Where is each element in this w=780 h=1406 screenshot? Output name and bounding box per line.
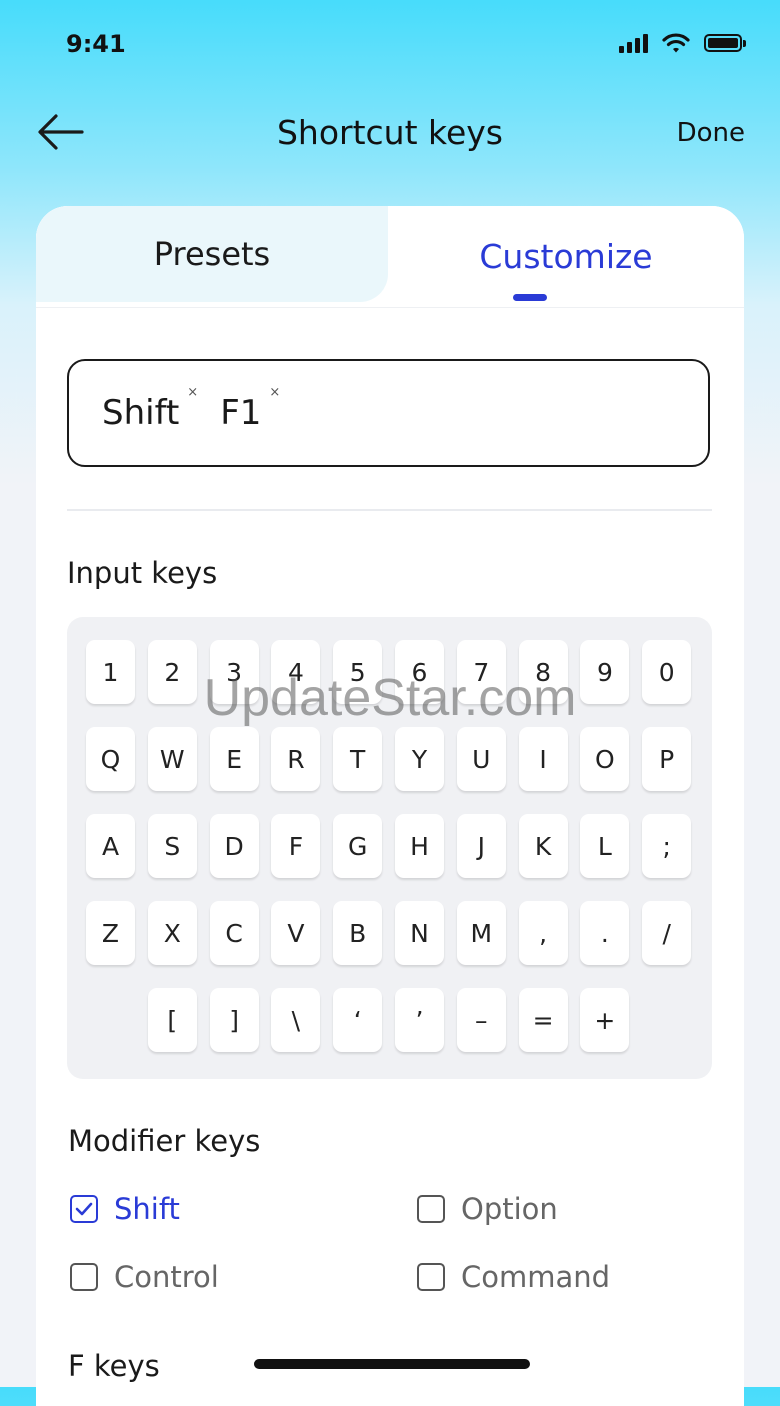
battery-icon (704, 34, 746, 52)
key-button[interactable]: 6 (395, 640, 444, 704)
key-button[interactable]: 2 (147, 640, 197, 704)
wifi-icon (662, 33, 690, 53)
checkbox-unchecked-icon (70, 1263, 98, 1291)
key-button[interactable]: ’ (395, 988, 444, 1052)
key-button[interactable]: , (518, 901, 568, 965)
key-button[interactable]: 0 (642, 640, 692, 704)
key-button[interactable]: Q (86, 727, 135, 791)
shortcut-editor-card: Presets Customize Shift × F1 × Input key… (36, 206, 744, 1406)
key-button[interactable]: D (209, 814, 259, 878)
key-button[interactable]: [ (147, 988, 197, 1052)
tab-bar: Presets Customize (36, 206, 744, 308)
key-button[interactable]: K (518, 814, 568, 878)
key-button[interactable]: N (395, 901, 444, 965)
key-button[interactable]: / (642, 901, 692, 965)
key-button[interactable]: + (580, 988, 630, 1052)
shortcut-key-chip: Shift × (102, 385, 198, 433)
key-button[interactable]: – (456, 988, 506, 1052)
shortcut-key-label: F1 (220, 393, 262, 433)
key-button[interactable]: B (333, 901, 383, 965)
key-button[interactable]: T (333, 727, 383, 791)
key-button[interactable]: R (271, 727, 321, 791)
shortcut-key-label: Shift (102, 393, 180, 433)
tab-active-indicator (513, 294, 547, 301)
key-button[interactable]: I (518, 727, 568, 791)
modifier-command-checkbox[interactable]: Command (417, 1260, 610, 1294)
key-button[interactable]: X (147, 901, 197, 965)
key-button[interactable]: V (271, 901, 321, 965)
key-button[interactable]: H (395, 814, 444, 878)
shortcut-key-chip: F1 × (220, 385, 280, 433)
input-keyboard: 1 2 3 4 5 6 7 8 9 0 Q W E R T Y U I O P A S D F G H J K L; Z X C V B N M,. /… (67, 617, 712, 1079)
modifier-label: Control (114, 1260, 219, 1294)
remove-key-icon[interactable]: × (187, 385, 198, 400)
f-keys-heading: F keys (68, 1349, 160, 1383)
remove-key-icon[interactable]: × (269, 385, 280, 400)
done-button[interactable]: Done (677, 118, 745, 148)
key-button[interactable]: ; (642, 814, 692, 878)
key-button[interactable]: Z (86, 901, 135, 965)
key-button[interactable]: \ (271, 988, 321, 1052)
key-button[interactable]: L (580, 814, 630, 878)
modifier-label: Shift (114, 1192, 180, 1226)
key-button[interactable]: O (580, 727, 630, 791)
key-button[interactable]: 5 (333, 640, 383, 704)
key-button[interactable]: W (147, 727, 197, 791)
key-button[interactable]: F (271, 814, 321, 878)
key-button[interactable]: 9 (580, 640, 630, 704)
modifier-label: Option (461, 1192, 558, 1226)
key-button[interactable]: E (209, 727, 259, 791)
key-button[interactable]: A (86, 814, 135, 878)
modifier-shift-checkbox[interactable]: Shift (70, 1192, 180, 1226)
key-button[interactable]: P (642, 727, 692, 791)
key-button[interactable]: 4 (271, 640, 321, 704)
key-button[interactable]: 8 (518, 640, 568, 704)
checkbox-checked-icon (70, 1195, 98, 1223)
key-button[interactable]: = (518, 988, 568, 1052)
key-button[interactable]: U (456, 727, 506, 791)
key-button[interactable]: C (209, 901, 259, 965)
key-button[interactable]: . (580, 901, 630, 965)
divider (67, 509, 712, 511)
tab-customize[interactable]: Customize (388, 206, 744, 306)
tab-presets[interactable]: Presets (36, 206, 388, 302)
key-button[interactable]: J (456, 814, 506, 878)
tab-divider (36, 307, 744, 308)
modifier-keys-heading: Modifier keys (68, 1124, 261, 1158)
key-button[interactable]: Y (395, 727, 444, 791)
key-button[interactable]: M (456, 901, 506, 965)
cellular-signal-icon (619, 33, 648, 53)
key-button[interactable]: 1 (86, 640, 135, 704)
key-button[interactable]: ] (209, 988, 259, 1052)
checkbox-unchecked-icon (417, 1263, 445, 1291)
checkbox-unchecked-icon (417, 1195, 445, 1223)
status-icons (619, 32, 746, 54)
key-button[interactable]: 7 (456, 640, 506, 704)
modifier-control-checkbox[interactable]: Control (70, 1260, 219, 1294)
key-button[interactable]: G (333, 814, 383, 878)
page-title: Shortcut keys (276, 113, 503, 152)
input-keys-heading: Input keys (67, 556, 218, 590)
key-button[interactable]: ‘ (333, 988, 383, 1052)
modifier-option-checkbox[interactable]: Option (417, 1192, 558, 1226)
key-button[interactable]: S (147, 814, 197, 878)
status-time: 9:41 (66, 30, 126, 58)
key-button[interactable]: 3 (209, 640, 259, 704)
modifier-label: Command (461, 1260, 611, 1294)
home-indicator (254, 1359, 530, 1369)
shortcut-input[interactable]: Shift × F1 × (67, 359, 710, 467)
